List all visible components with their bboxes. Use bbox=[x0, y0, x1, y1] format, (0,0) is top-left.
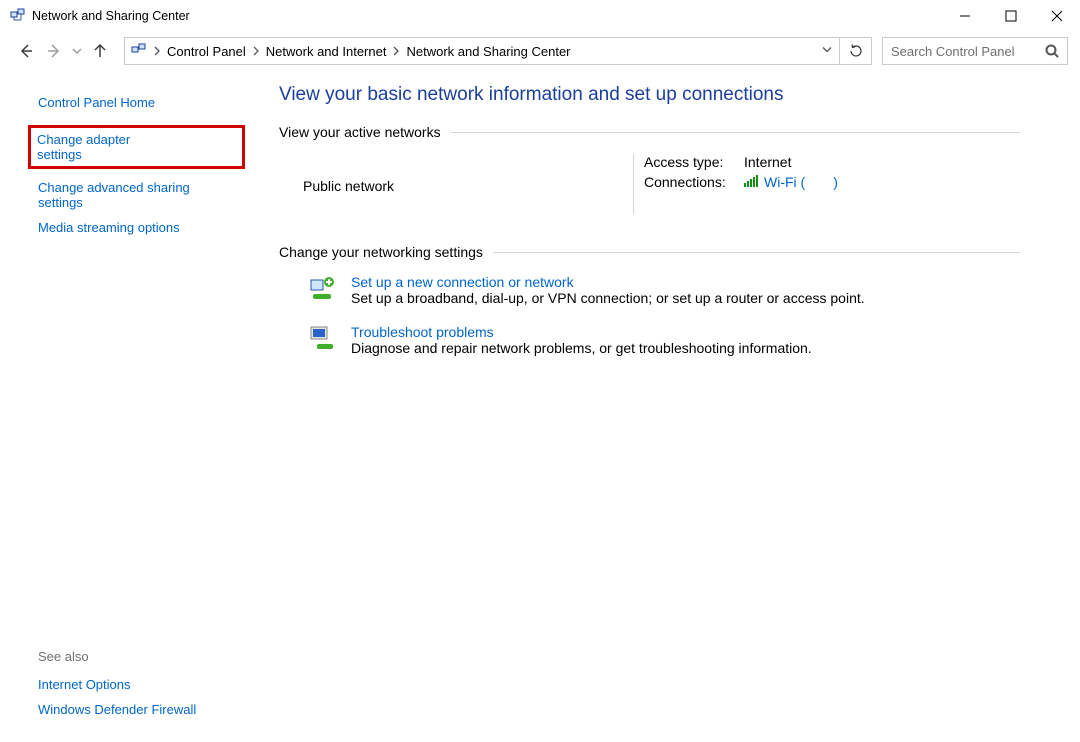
up-button[interactable] bbox=[86, 37, 114, 65]
chevron-right-icon bbox=[252, 46, 260, 56]
setting-desc: Diagnose and repair network problems, or… bbox=[351, 340, 812, 356]
divider bbox=[451, 132, 1020, 133]
sidebar-change-adapter[interactable]: Change adapter settings bbox=[37, 132, 152, 162]
troubleshoot-icon bbox=[309, 324, 337, 352]
breadcrumb-icon bbox=[131, 42, 147, 61]
app-icon bbox=[10, 7, 26, 26]
setting-troubleshoot: Troubleshoot problems Diagnose and repai… bbox=[309, 324, 1020, 356]
connection-wifi-link[interactable]: Wi-Fi ( ) bbox=[744, 174, 838, 190]
connections-label: Connections: bbox=[644, 174, 744, 190]
page-title: View your basic network information and … bbox=[279, 84, 1020, 106]
body: Control Panel Home Change adapter settin… bbox=[0, 70, 1080, 384]
maximize-button[interactable] bbox=[988, 0, 1034, 32]
see-also: See also Internet Options Windows Defend… bbox=[38, 649, 196, 722]
refresh-button[interactable] bbox=[840, 37, 872, 65]
new-connection-icon bbox=[309, 274, 337, 302]
window-titlebar: Network and Sharing Center bbox=[0, 0, 1080, 32]
chevron-right-icon bbox=[392, 46, 400, 56]
breadcrumb-item[interactable]: Network and Internet bbox=[266, 44, 387, 59]
section-change-settings: Change your networking settings bbox=[279, 244, 1020, 260]
search-icon bbox=[1045, 44, 1059, 58]
section-label: View your active networks bbox=[279, 124, 441, 140]
window-controls bbox=[942, 0, 1080, 32]
access-type-value: Internet bbox=[744, 154, 791, 170]
wifi-signal-icon bbox=[744, 174, 760, 190]
close-button[interactable] bbox=[1034, 0, 1080, 32]
breadcrumb-item[interactable]: Control Panel bbox=[167, 44, 246, 59]
vertical-divider bbox=[633, 154, 634, 214]
section-active-networks: View your active networks bbox=[279, 124, 1020, 140]
access-type-label: Access type: bbox=[644, 154, 744, 170]
see-also-header: See also bbox=[38, 649, 196, 664]
window-title: Network and Sharing Center bbox=[32, 9, 190, 23]
setting-desc: Set up a broadband, dial-up, or VPN conn… bbox=[351, 290, 865, 306]
connection-name: Wi-Fi ( bbox=[764, 174, 805, 190]
setting-link[interactable]: Set up a new connection or network bbox=[351, 274, 574, 290]
connection-name-end: ) bbox=[833, 174, 838, 190]
network-type: Public network bbox=[303, 178, 633, 194]
see-also-internet-options[interactable]: Internet Options bbox=[38, 672, 196, 697]
forward-button[interactable] bbox=[40, 37, 68, 65]
search-input[interactable]: Search Control Panel bbox=[882, 37, 1068, 65]
setting-link[interactable]: Troubleshoot problems bbox=[351, 324, 494, 340]
breadcrumb-item[interactable]: Network and Sharing Center bbox=[406, 44, 570, 59]
sidebar-advanced-sharing[interactable]: Change advanced sharing settings bbox=[38, 175, 245, 215]
active-network-info: Public network Access type: Internet Con… bbox=[303, 154, 1020, 214]
see-also-defender-firewall[interactable]: Windows Defender Firewall bbox=[38, 697, 196, 722]
sidebar: Control Panel Home Change adapter settin… bbox=[0, 70, 255, 384]
main-panel: View your basic network information and … bbox=[255, 70, 1080, 384]
divider bbox=[493, 252, 1020, 253]
breadcrumb[interactable]: Control Panel Network and Internet Netwo… bbox=[124, 37, 840, 65]
section-label: Change your networking settings bbox=[279, 244, 483, 260]
search-placeholder: Search Control Panel bbox=[891, 44, 1045, 59]
sidebar-cp-home[interactable]: Control Panel Home bbox=[38, 90, 245, 115]
setting-new-connection: Set up a new connection or network Set u… bbox=[309, 274, 1020, 306]
chevron-right-icon bbox=[153, 46, 161, 56]
highlighted-link-box: Change adapter settings bbox=[28, 125, 245, 169]
sidebar-media-streaming[interactable]: Media streaming options bbox=[38, 215, 245, 240]
chevron-down-icon[interactable] bbox=[821, 44, 833, 59]
recent-dropdown[interactable] bbox=[68, 37, 86, 65]
address-row: Control Panel Network and Internet Netwo… bbox=[0, 32, 1080, 70]
back-button[interactable] bbox=[12, 37, 40, 65]
minimize-button[interactable] bbox=[942, 0, 988, 32]
